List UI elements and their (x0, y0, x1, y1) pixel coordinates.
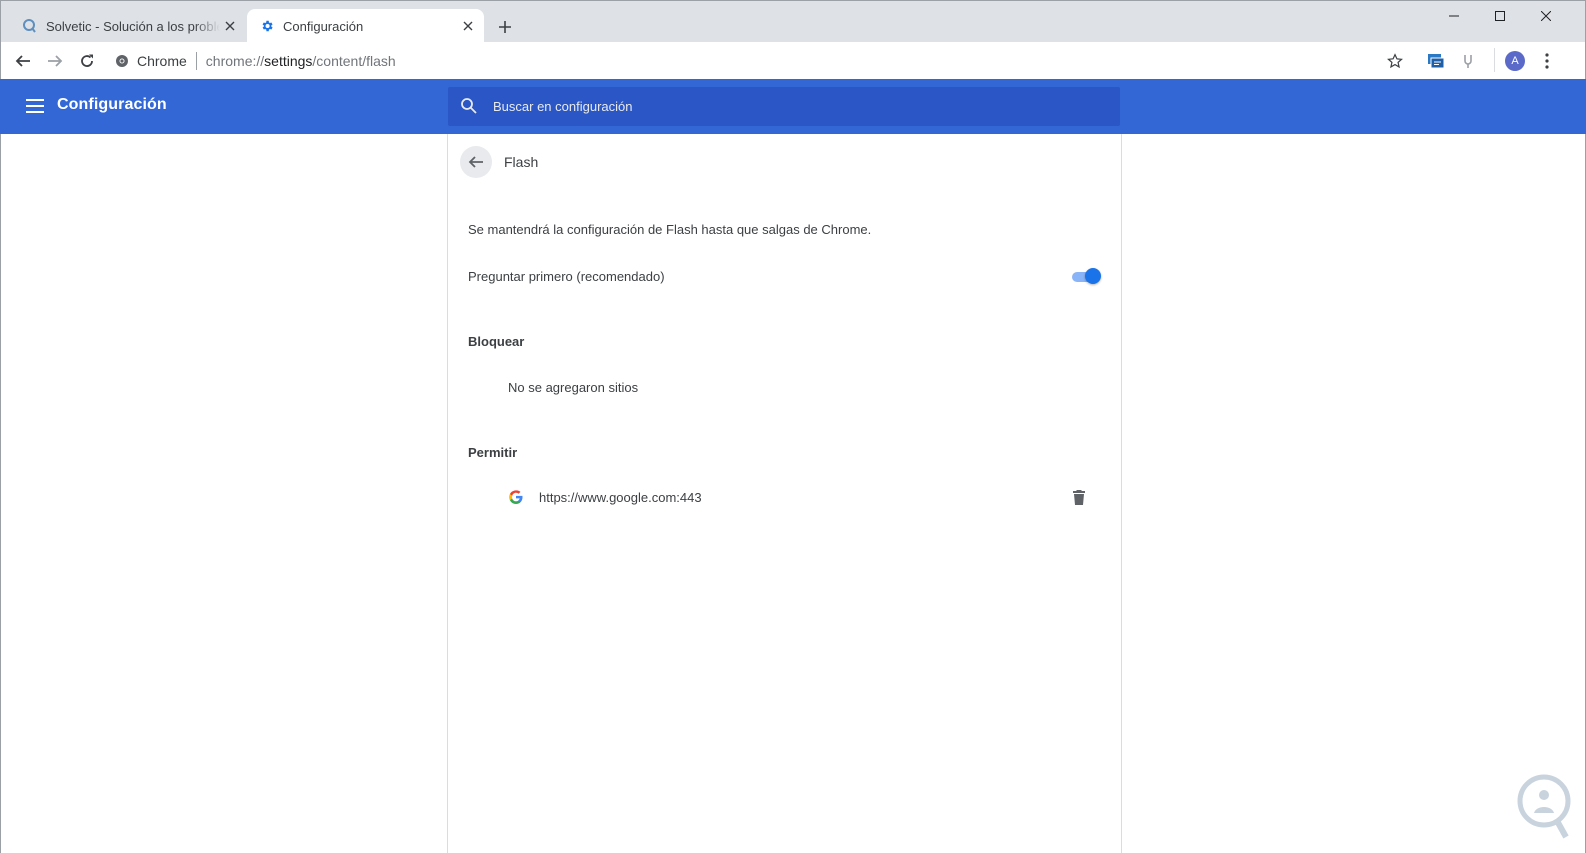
minimize-button[interactable] (1431, 1, 1477, 31)
extension-icon[interactable] (1454, 47, 1482, 75)
settings-search[interactable] (448, 87, 1120, 126)
trash-icon[interactable] (1068, 486, 1090, 508)
settings-header: Configuración (0, 79, 1586, 134)
ask-first-toggle[interactable] (1070, 268, 1102, 286)
hamburger-menu-icon[interactable] (24, 95, 46, 117)
tab-configuracion[interactable]: Configuración (247, 9, 484, 43)
google-favicon-icon (508, 489, 524, 505)
back-button[interactable] (460, 146, 492, 178)
avatar: A (1505, 51, 1525, 71)
page-title: Configuración (57, 96, 167, 113)
tab-title: Solvetic - Solución a los problem (46, 18, 220, 34)
toolbar-divider (1494, 48, 1495, 72)
close-tab-icon[interactable] (220, 16, 240, 36)
tab-solvetic[interactable]: Solvetic - Solución a los problem (10, 9, 246, 43)
browser-toolbar: Chrome chrome://settings/content/flash A (0, 42, 1586, 79)
divider (195, 52, 197, 70)
forward-nav-button[interactable] (41, 47, 69, 75)
cast-extension-icon[interactable] (1422, 47, 1450, 75)
solvetic-favicon-icon (22, 18, 38, 34)
chrome-logo-icon (115, 54, 129, 68)
subpage-title: Flash (504, 154, 539, 170)
new-tab-button[interactable] (493, 15, 517, 39)
allow-site-row[interactable]: https://www.google.com:443 (468, 480, 1103, 514)
gear-icon (259, 18, 275, 34)
profile-button[interactable]: A (1501, 47, 1529, 75)
more-menu-icon[interactable] (1533, 47, 1561, 75)
toggle-knob (1085, 268, 1101, 284)
close-tab-icon[interactable] (458, 16, 478, 36)
back-nav-button[interactable] (9, 47, 37, 75)
url-scheme: chrome:// (205, 53, 265, 69)
maximize-button[interactable] (1477, 1, 1523, 31)
allow-heading: Permitir (468, 445, 518, 460)
flash-settings-card: Flash Se mantendrá la configuración de F… (447, 134, 1122, 853)
reload-button[interactable] (73, 47, 101, 75)
url-path: /content/flash (312, 53, 396, 69)
allow-site-url: https://www.google.com:443 (539, 490, 702, 505)
block-empty-text: No se agregaron sitios (508, 380, 639, 395)
bookmark-star-icon[interactable] (1381, 47, 1409, 75)
address-bar[interactable]: Chrome chrome://settings/content/flash (115, 46, 396, 76)
search-input[interactable] (493, 87, 1093, 126)
solvetic-watermark-logo (1514, 773, 1576, 843)
close-window-button[interactable] (1523, 1, 1569, 31)
block-heading: Bloquear (468, 334, 525, 349)
ask-first-label: Preguntar primero (recomendado) (468, 269, 665, 284)
url-host: settings (264, 53, 313, 69)
tab-strip: Solvetic - Solución a los problem Config… (0, 0, 1586, 43)
tab-title: Configuración (283, 18, 364, 34)
site-chip: Chrome (137, 53, 187, 69)
session-note: Se mantendrá la configuración de Flash h… (468, 222, 872, 237)
search-icon (460, 97, 478, 115)
